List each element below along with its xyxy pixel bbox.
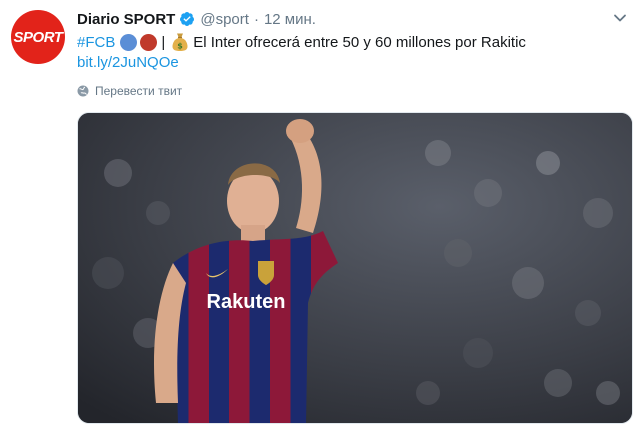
player-photo: Rakuten — [78, 113, 632, 423]
tweet-link[interactable]: bit.ly/2JuNQOe — [77, 54, 179, 71]
separator-dot: · — [253, 10, 259, 28]
chevron-down-icon[interactable] — [612, 10, 628, 26]
account-handle[interactable]: @sport — [200, 11, 249, 28]
money-bag-icon: $ — [171, 32, 189, 52]
tweet-photo[interactable]: Rakuten — [77, 112, 633, 424]
tweet-timestamp[interactable]: 12 мин. — [264, 11, 316, 28]
hashtag-link[interactable]: #FCB — [77, 34, 115, 51]
account-name[interactable]: Diario SPORT — [77, 11, 175, 28]
translate-tweet-button[interactable]: Перевести твит — [77, 83, 182, 99]
avatar[interactable]: SPORT — [11, 10, 65, 64]
avatar-logo-text: SPORT — [13, 28, 63, 46]
shirt-sponsor: Rakuten — [207, 291, 286, 313]
tweet-text: El Inter ofrecerá entre 50 y 60 millones… — [193, 33, 526, 51]
text-divider: | — [161, 33, 166, 51]
verified-badge-icon — [179, 11, 195, 27]
blue-circle-emoji — [120, 33, 138, 51]
globe-icon — [77, 85, 89, 97]
tweet-text-line: #FCB | $ El Inter ofrecerá entre 50 y 60… — [77, 31, 526, 53]
tweet: SPORT Diario SPORT @sport · 12 мин. #FCB… — [0, 0, 640, 434]
fist — [286, 119, 314, 143]
red-circle-emoji — [140, 33, 158, 51]
tweet-header: Diario SPORT @sport · 12 мин. — [77, 9, 316, 29]
svg-text:$: $ — [177, 42, 183, 51]
translate-label: Перевести твит — [95, 84, 183, 98]
